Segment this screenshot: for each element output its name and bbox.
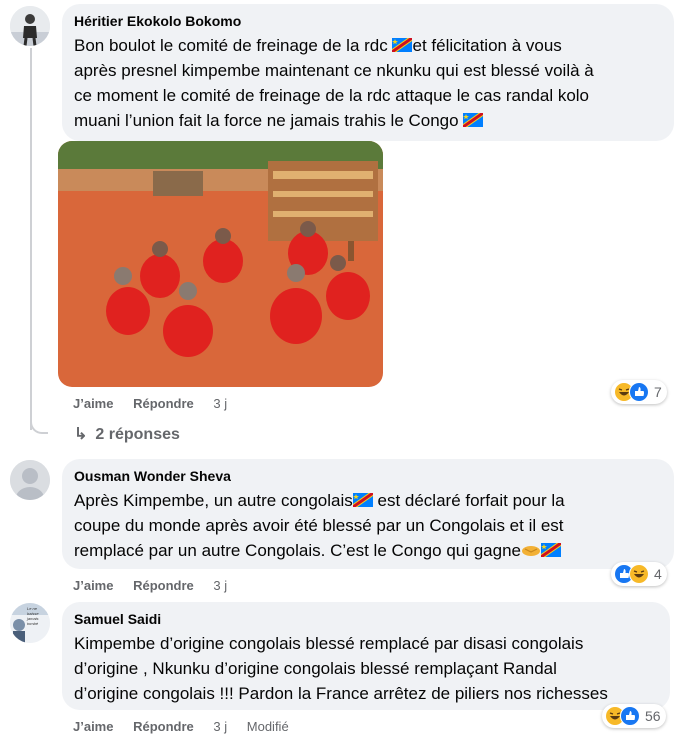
drc-flag-icon xyxy=(463,113,484,127)
drc-flag-icon xyxy=(541,543,561,557)
avatar[interactable]: Le ne baisse jamais tombé xyxy=(10,603,50,643)
reaction-summary[interactable]: 56 xyxy=(602,704,666,728)
comment-text: Après Kimpembe, un autre congolais est d… xyxy=(74,488,662,563)
reply-link[interactable]: Répondre xyxy=(133,578,194,593)
comment-author[interactable]: Samuel Saidi xyxy=(74,610,658,628)
handshake-icon xyxy=(522,546,540,556)
reaction-count: 7 xyxy=(654,384,662,400)
avatar-caption: Le ne baisse jamais tombé xyxy=(27,606,39,626)
reply-link[interactable]: Répondre xyxy=(133,719,194,734)
view-replies-link[interactable]: ↳ 2 réponses xyxy=(74,424,180,444)
comment-attached-photo[interactable] xyxy=(58,141,383,387)
comment-text-line: d’origine congolais !!! Pardon la France… xyxy=(74,684,608,703)
comment-text-line: ce moment le comité de freinage de la rd… xyxy=(74,86,590,105)
like-link[interactable]: J’aime xyxy=(73,396,113,411)
comment-actions: J’aime Répondre 3 j Modifié xyxy=(73,719,305,734)
reaction-count: 56 xyxy=(645,708,661,724)
comment-text-line: Bon boulot le comité de freinage de la r… xyxy=(74,36,393,55)
replies-count-label: 2 réponses xyxy=(95,426,180,443)
avatar[interactable] xyxy=(10,6,50,46)
comment-text-line: est déclaré forfait pour la xyxy=(372,491,565,510)
edited-label[interactable]: Modifié xyxy=(247,719,289,734)
comment-bubble: Samuel Saidi Kimpembe d’origine congolai… xyxy=(62,602,670,710)
comment-text-line: remplacé par un autre Congolais. C’est l… xyxy=(74,541,521,560)
haha-reaction-icon xyxy=(629,564,649,584)
reply-link[interactable]: Répondre xyxy=(133,396,194,411)
comment-text: Kimpembe d’origine congolais blessé remp… xyxy=(74,631,658,706)
reaction-summary[interactable]: 4 xyxy=(611,562,667,586)
timestamp[interactable]: 3 j xyxy=(213,719,227,734)
like-reaction-icon xyxy=(620,706,640,726)
thread-connector-curve xyxy=(30,408,48,434)
reply-arrow-icon: ↳ xyxy=(74,426,88,443)
comment-text-line: et félicitation à vous xyxy=(412,36,562,55)
comment-text-line: Après Kimpembe, un autre congolais xyxy=(74,491,353,510)
comment-author[interactable]: Ousman Wonder Sheva xyxy=(74,467,662,485)
avatar[interactable] xyxy=(10,460,50,500)
drc-flag-icon xyxy=(352,493,373,507)
comment-text-line: Kimpembe d’origine congolais blessé remp… xyxy=(74,634,584,653)
thread-connector-line xyxy=(30,48,32,430)
comment-actions: J’aime Répondre 3 j xyxy=(73,578,243,593)
comment-author[interactable]: Héritier Ekokolo Bokomo xyxy=(74,12,662,30)
comment-bubble: Ousman Wonder Sheva Après Kimpembe, un a… xyxy=(62,459,674,569)
reaction-count: 4 xyxy=(654,566,662,582)
comment-bubble: Héritier Ekokolo Bokomo Bon boulot le co… xyxy=(62,4,674,141)
like-reaction-icon xyxy=(629,382,649,402)
like-link[interactable]: J’aime xyxy=(73,719,113,734)
comment-text-line: muani l’union fait la force ne jamais tr… xyxy=(74,111,464,130)
comment-text-line: coupe du monde après avoir été blessé pa… xyxy=(74,516,564,535)
reaction-summary[interactable]: 7 xyxy=(611,380,667,404)
drc-flag-icon xyxy=(392,38,413,52)
comment-text-line: après presnel kimpembe maintenant ce nku… xyxy=(74,61,594,80)
comment-text-line: d’origine , Nkunku d’origine congolais b… xyxy=(74,659,557,678)
timestamp[interactable]: 3 j xyxy=(213,578,227,593)
comment-actions: J’aime Répondre 3 j xyxy=(73,396,243,411)
like-link[interactable]: J’aime xyxy=(73,578,113,593)
timestamp[interactable]: 3 j xyxy=(213,396,227,411)
comment-text: Bon boulot le comité de freinage de la r… xyxy=(74,33,662,133)
